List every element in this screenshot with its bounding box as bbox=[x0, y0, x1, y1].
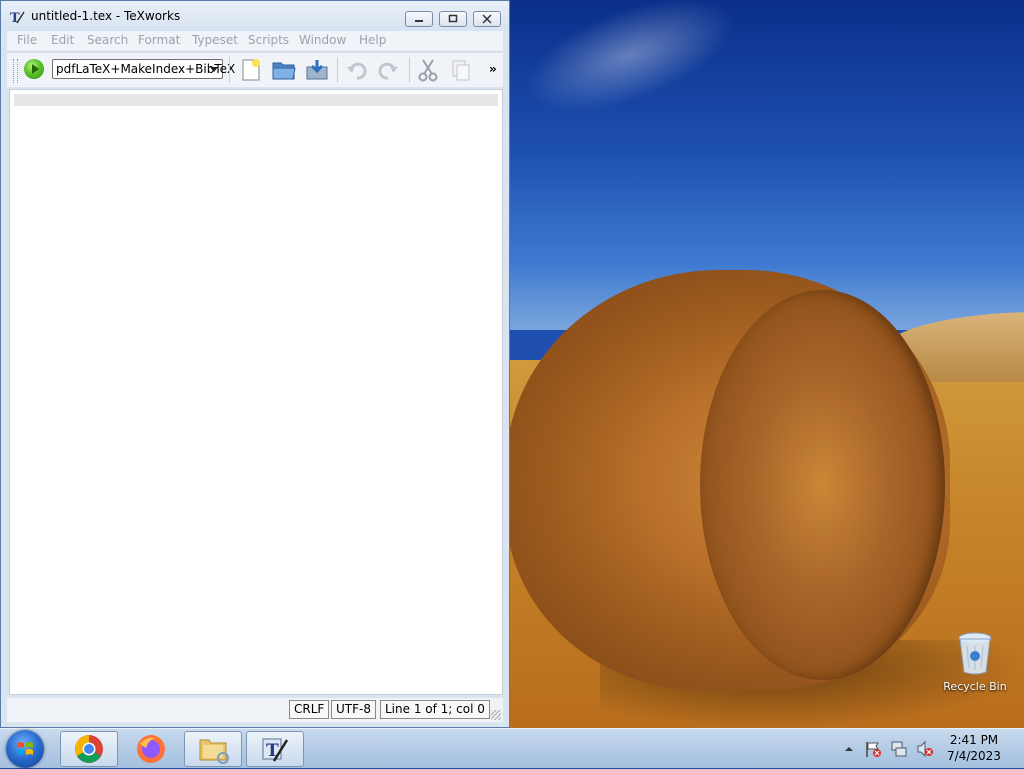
network-icon[interactable] bbox=[890, 740, 908, 758]
system-tray bbox=[842, 729, 934, 769]
taskbar: T 2:41 PM 7/4/2023 bbox=[0, 728, 1024, 768]
menu-search[interactable]: Search bbox=[87, 33, 128, 47]
start-orb-icon bbox=[17, 742, 33, 755]
chrome-icon bbox=[75, 735, 103, 763]
texworks-icon: T bbox=[262, 738, 289, 762]
taskbar-clock[interactable]: 2:41 PM 7/4/2023 bbox=[936, 732, 1012, 764]
action-center-flag-icon[interactable] bbox=[864, 740, 882, 758]
toolbar-overflow-button[interactable]: » bbox=[489, 62, 497, 76]
maximize-icon bbox=[448, 14, 458, 23]
typeset-engine-value: pdfLaTeX+MakeIndex+BibTeX bbox=[56, 62, 236, 76]
clock-time: 2:41 PM bbox=[949, 733, 999, 747]
typeset-icon[interactable] bbox=[24, 59, 44, 79]
new-document-icon[interactable] bbox=[238, 57, 264, 83]
recycle-bin-label: Recycle Bin bbox=[943, 680, 1007, 693]
resize-grip[interactable] bbox=[491, 710, 501, 720]
close-button[interactable] bbox=[473, 11, 501, 27]
taskbar-chrome[interactable] bbox=[60, 731, 118, 767]
copy-icon[interactable] bbox=[448, 57, 474, 83]
minimize-icon bbox=[415, 20, 423, 22]
save-icon[interactable] bbox=[304, 57, 330, 83]
cut-icon[interactable] bbox=[415, 57, 441, 83]
menubar: File Edit Search Format Typeset Scripts … bbox=[7, 31, 503, 52]
menu-help[interactable]: Help bbox=[359, 33, 386, 47]
volume-muted-icon[interactable] bbox=[916, 740, 934, 758]
status-bar: CRLF UTF-8 Line 1 of 1; col 0 bbox=[7, 698, 503, 722]
menu-scripts[interactable]: Scripts bbox=[248, 33, 289, 47]
show-hidden-icons-arrow[interactable] bbox=[842, 742, 856, 756]
clock-date: 7/4/2023 bbox=[947, 749, 1001, 763]
window-titlebar[interactable]: T untitled-1.tex - TeXworks bbox=[1, 1, 509, 31]
encoding-indicator[interactable]: UTF-8 bbox=[331, 700, 376, 719]
cursor-position-indicator[interactable]: Line 1 of 1; col 0 bbox=[380, 700, 490, 719]
menu-typeset[interactable]: Typeset bbox=[192, 33, 238, 47]
toolbar-separator bbox=[229, 57, 230, 83]
firefox-icon bbox=[137, 735, 165, 763]
maximize-button[interactable] bbox=[439, 11, 467, 27]
minimize-button[interactable] bbox=[405, 11, 433, 27]
main-toolbar: pdfLaTeX+MakeIndex+BibTeX » bbox=[7, 53, 503, 87]
recycle-bin-icon bbox=[958, 632, 992, 675]
toolbar-grip[interactable] bbox=[13, 59, 18, 83]
recycle-bin-desktop-icon[interactable]: Recycle Bin bbox=[938, 632, 1012, 693]
menu-edit[interactable]: Edit bbox=[51, 33, 74, 47]
close-icon bbox=[482, 14, 492, 24]
texworks-window: T untitled-1.tex - TeXworks File Edit Se… bbox=[0, 0, 510, 728]
file-explorer-icon bbox=[199, 739, 229, 764]
svg-text:T: T bbox=[10, 11, 20, 25]
redo-icon[interactable] bbox=[376, 57, 402, 83]
line-ending-indicator[interactable]: CRLF bbox=[289, 700, 330, 719]
current-line-highlight bbox=[14, 94, 498, 106]
wallpaper-hay-bale-face bbox=[700, 290, 945, 680]
chevron-down-icon bbox=[210, 67, 218, 72]
toolbar-separator bbox=[409, 57, 410, 83]
taskbar-firefox[interactable] bbox=[122, 731, 180, 767]
texworks-app-icon: T bbox=[10, 11, 25, 25]
open-folder-icon[interactable] bbox=[271, 57, 297, 83]
text-editor[interactable] bbox=[9, 89, 503, 695]
taskbar-texworks[interactable]: T bbox=[246, 731, 304, 767]
start-button[interactable] bbox=[6, 730, 44, 768]
menu-file[interactable]: File bbox=[17, 33, 37, 47]
typeset-engine-select[interactable]: pdfLaTeX+MakeIndex+BibTeX bbox=[52, 59, 235, 79]
menu-window[interactable]: Window bbox=[299, 33, 346, 47]
undo-icon[interactable] bbox=[343, 57, 369, 83]
taskbar-file-explorer[interactable] bbox=[184, 731, 242, 767]
menu-format[interactable]: Format bbox=[138, 33, 180, 47]
toolbar-separator bbox=[337, 57, 338, 83]
window-title: untitled-1.tex - TeXworks bbox=[31, 9, 181, 23]
